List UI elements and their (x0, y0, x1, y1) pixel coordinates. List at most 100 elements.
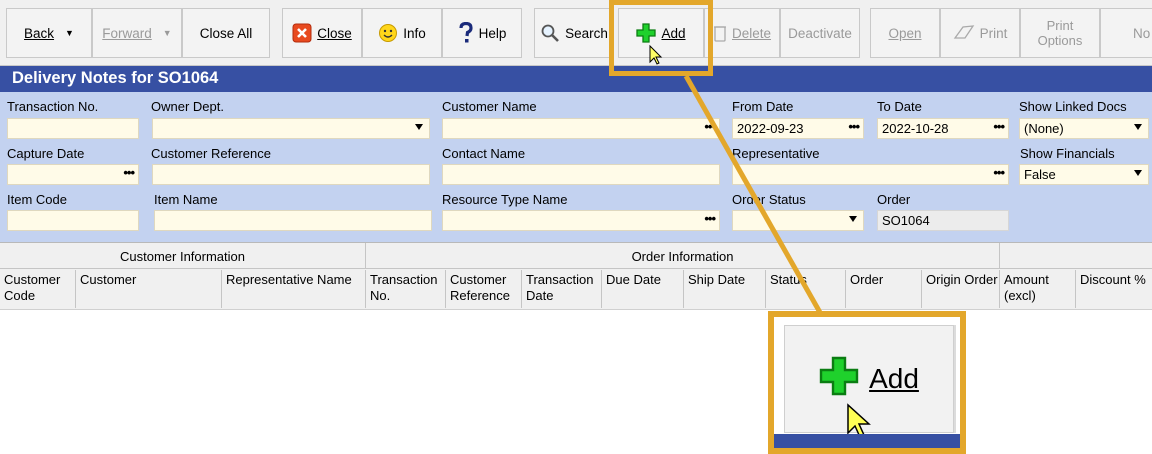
back-label: Back (24, 25, 55, 41)
show-financials-select[interactable]: False (1019, 164, 1149, 185)
order-status-select[interactable] (732, 210, 864, 231)
dropdown-arrow-icon[interactable] (415, 124, 423, 130)
show-financials-label: Show Financials (1020, 146, 1115, 161)
resource-type-name-label: Resource Type Name (442, 192, 568, 207)
ellipsis-icon[interactable]: ••• (993, 119, 1005, 134)
column-header-customer-code[interactable]: Customer Code (0, 270, 76, 308)
results-grid: Customer Information Order Information C… (0, 242, 1152, 310)
open-button[interactable]: Open (870, 8, 940, 58)
delete-label: Delete (731, 25, 772, 41)
customer-reference-field[interactable] (152, 164, 430, 185)
contact-name-field[interactable] (442, 164, 720, 185)
item-name-field[interactable] (154, 210, 432, 231)
to-date-label: To Date (877, 99, 922, 114)
print-options-line2: Options (1037, 33, 1083, 48)
forward-button[interactable]: Forward ▼ (92, 8, 182, 58)
group-header-order-information: Order Information (366, 243, 1000, 269)
print-button[interactable]: Print (940, 8, 1020, 58)
print-options-line1: Print (1046, 18, 1074, 33)
delete-trash-icon (713, 23, 727, 43)
next-button-partial[interactable]: No (1100, 8, 1152, 58)
ellipsis-icon[interactable]: ••• (704, 211, 716, 226)
transaction-no-label: Transaction No. (7, 99, 99, 114)
add-label: Add (661, 25, 686, 41)
add-button[interactable]: Add (618, 8, 704, 58)
column-header-status[interactable]: Status (766, 270, 846, 308)
zoom-callout: Add (768, 311, 966, 454)
column-header-customer-reference[interactable]: Customer Reference (446, 270, 522, 308)
help-question-icon (458, 22, 474, 44)
help-label: Help (478, 25, 507, 41)
group-header-blank (1000, 243, 1152, 269)
forward-label: Forward (102, 25, 152, 41)
show-financials-value: False (1024, 167, 1056, 182)
dropdown-arrow-icon[interactable] (1134, 124, 1142, 130)
from-date-label: From Date (732, 99, 794, 114)
from-date-value: 2022-09-23 (737, 121, 804, 136)
help-button[interactable]: Help (442, 8, 522, 58)
column-header-amount-excl[interactable]: Amount (excl) (1000, 270, 1076, 308)
close-button[interactable]: Close (282, 8, 362, 58)
contact-name-label: Contact Name (442, 146, 526, 161)
chevron-down-icon[interactable]: ▼ (65, 28, 74, 38)
info-button[interactable]: Info (362, 8, 442, 58)
customer-name-label: Customer Name (442, 99, 537, 114)
capture-date-field[interactable]: ••• (7, 164, 139, 185)
dropdown-arrow-icon[interactable] (849, 216, 857, 222)
column-header-customer[interactable]: Customer (76, 270, 222, 308)
customer-name-field[interactable]: ••• (442, 118, 720, 139)
ellipsis-icon[interactable]: ••• (704, 119, 716, 134)
open-label: Open (888, 25, 922, 41)
back-button[interactable]: Back ▼ (6, 8, 92, 58)
order-field[interactable]: SO1064 (877, 210, 1009, 231)
ellipsis-icon[interactable]: ••• (848, 119, 860, 134)
zoomed-add-label: Add (869, 363, 919, 394)
zoomed-divider (954, 325, 956, 433)
item-code-label: Item Code (7, 192, 67, 207)
column-header-order[interactable]: Order (846, 270, 922, 308)
to-date-field[interactable]: 2022-10-28 ••• (877, 118, 1009, 139)
column-header-transaction-no[interactable]: Transaction No. (366, 270, 446, 308)
toolbar: Back ▼ Forward ▼ Close All Close Info He… (0, 0, 1152, 66)
print-options-button[interactable]: Print Options (1020, 8, 1100, 58)
delete-button[interactable]: Delete (704, 8, 780, 58)
column-header-origin-order[interactable]: Origin Order (922, 270, 1000, 308)
column-header-due-date[interactable]: Due Date (602, 270, 684, 308)
close-all-label: Close All (199, 25, 253, 41)
search-magnifier-icon (540, 23, 560, 43)
column-header-transaction-date[interactable]: Transaction Date (522, 270, 602, 308)
representative-field[interactable]: ••• (732, 164, 1009, 185)
grid-divider (0, 309, 1152, 310)
filter-panel: Transaction No. Owner Dept. Customer Nam… (0, 92, 1152, 242)
info-smiley-icon (378, 23, 398, 43)
deactivate-button[interactable]: Deactivate (780, 8, 860, 58)
deactivate-label: Deactivate (788, 25, 852, 41)
item-name-label: Item Name (154, 192, 218, 207)
add-plus-icon (819, 356, 859, 403)
from-date-field[interactable]: 2022-09-23 ••• (732, 118, 864, 139)
transaction-no-field[interactable] (7, 118, 139, 139)
search-button[interactable]: Search (534, 8, 614, 58)
group-header-customer-information: Customer Information (0, 243, 366, 269)
to-date-value: 2022-10-28 (882, 121, 949, 136)
owner-dept-select[interactable] (152, 118, 430, 139)
show-linked-docs-label: Show Linked Docs (1019, 99, 1127, 114)
column-header-discount[interactable]: Discount % (1076, 270, 1152, 308)
column-header-representative-name[interactable]: Representative Name (222, 270, 366, 308)
chevron-down-icon[interactable]: ▼ (163, 28, 172, 38)
owner-dept-label: Owner Dept. (151, 99, 224, 114)
next-label: No (1133, 25, 1151, 41)
item-code-field[interactable] (7, 210, 139, 231)
resource-type-name-field[interactable]: ••• (442, 210, 720, 231)
print-icon (953, 24, 975, 42)
add-plus-icon (636, 23, 657, 43)
ellipsis-icon[interactable]: ••• (123, 165, 135, 180)
show-linked-docs-select[interactable]: (None) (1019, 118, 1149, 139)
search-label: Search (565, 25, 608, 41)
column-header-ship-date[interactable]: Ship Date (684, 270, 766, 308)
dropdown-arrow-icon[interactable] (1134, 170, 1142, 176)
close-all-button[interactable]: Close All (182, 8, 270, 58)
zoomed-title-strip (774, 434, 960, 448)
print-options-label: Print Options (1038, 18, 1083, 48)
ellipsis-icon[interactable]: ••• (993, 165, 1005, 180)
